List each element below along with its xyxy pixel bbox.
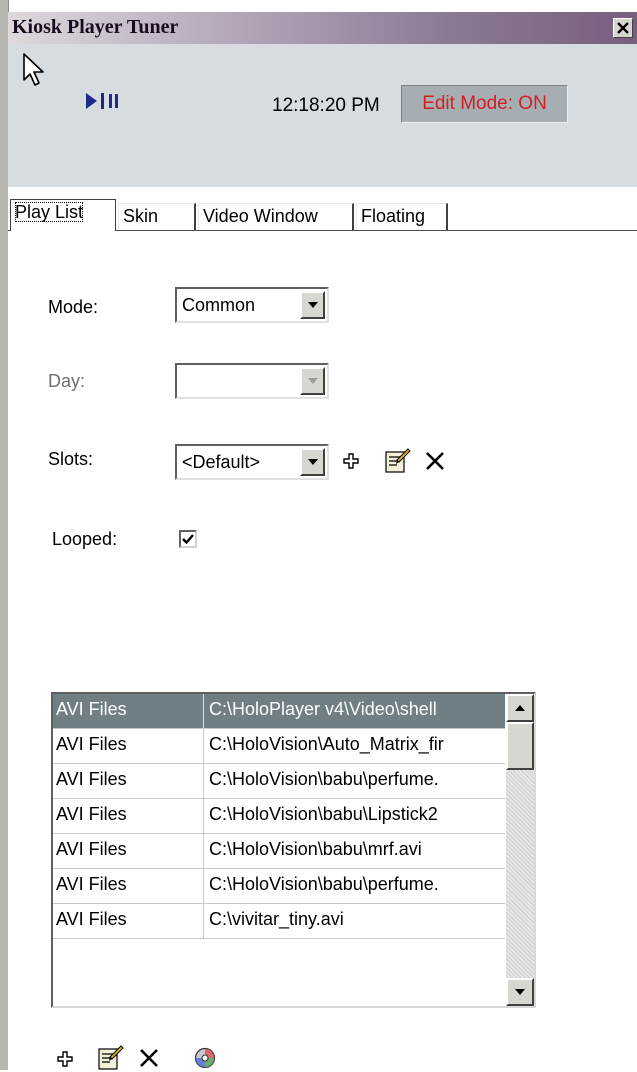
looped-label: Looped: — [52, 529, 118, 549]
playlist-table[interactable]: AVI Files C:\HoloPlayer v4\Video\shell A… — [51, 692, 536, 1008]
tab-label: Floating — [361, 206, 426, 226]
slots-value: <Default> — [182, 452, 261, 472]
delete-icon — [426, 452, 444, 470]
scroll-up-button[interactable] — [506, 694, 534, 722]
file-type-cell: AVI Files — [56, 699, 127, 719]
file-path-cell: C:\vivitar_tiny.avi — [209, 909, 344, 929]
add-slot-button[interactable] — [341, 451, 361, 471]
day-label: Day: — [48, 371, 86, 391]
edit-icon — [98, 1045, 124, 1070]
delete-file-button[interactable] — [136, 1045, 162, 1071]
table-row[interactable]: AVI Files C:\HoloVision\Auto_Matrix_fir — [53, 729, 505, 764]
cd-disc-button[interactable] — [192, 1045, 218, 1071]
column-divider — [203, 869, 204, 903]
edit-icon — [385, 448, 411, 473]
file-path-cell: C:\HoloVision\babu\perfume. — [209, 874, 439, 894]
day-dropdown-button[interactable] — [300, 367, 325, 395]
tab-play-list[interactable]: Play List — [10, 199, 116, 231]
tab-label: Play List — [15, 202, 84, 222]
mouse-pointer-icon — [23, 53, 44, 86]
close-button[interactable] — [613, 18, 633, 38]
edit-slot-button[interactable] — [382, 445, 412, 475]
edit-mode-label: Edit Mode: ON — [422, 93, 547, 114]
file-path-cell: C:\HoloVision\Auto_Matrix_fir — [209, 734, 444, 754]
cd-disc-icon — [194, 1047, 216, 1069]
vertical-scrollbar[interactable] — [506, 694, 534, 1006]
tab-floating[interactable]: Floating — [356, 203, 448, 230]
file-type-cell: AVI Files — [56, 734, 127, 754]
file-type-cell: AVI Files — [56, 909, 127, 929]
chevron-down-icon — [307, 302, 318, 308]
table-row[interactable]: AVI Files C:\HoloVision\babu\perfume. — [53, 869, 505, 904]
looped-checkbox[interactable] — [179, 530, 197, 548]
tab-label: Video Window — [203, 206, 318, 226]
table-row[interactable]: AVI Files C:\HoloPlayer v4\Video\shell — [53, 694, 505, 729]
slots-dropdown-button[interactable] — [300, 448, 325, 476]
play-list-panel: Mode: Common Day: Slots: <Default> Loope… — [8, 231, 637, 1070]
title-bar[interactable]: Kiosk Player Tuner — [8, 12, 637, 44]
chevron-down-icon — [515, 989, 525, 995]
file-type-cell: AVI Files — [56, 874, 127, 894]
kiosk-player-tuner-window: Kiosk Player Tuner 12:18:20 PM Edit Mode… — [0, 0, 637, 1070]
add-file-button[interactable] — [55, 1049, 75, 1069]
file-type-cell: AVI Files — [56, 769, 127, 789]
file-path-cell: C:\HoloVision\babu\Lipstick2 — [209, 804, 438, 824]
chevron-down-icon — [307, 459, 318, 465]
file-path-cell: C:\HoloVision\babu\perfume. — [209, 769, 439, 789]
play-pause-icon[interactable] — [84, 91, 126, 111]
tab-skin[interactable]: Skin — [118, 203, 196, 230]
mode-value: Common — [182, 295, 256, 315]
file-path-cell: C:\HoloVision\babu\mrf.avi — [209, 839, 422, 859]
day-select[interactable] — [175, 363, 329, 399]
column-divider — [203, 764, 204, 798]
edit-mode-indicator[interactable]: Edit Mode: ON — [401, 85, 568, 123]
add-icon — [343, 453, 359, 469]
file-path-cell: C:\HoloPlayer v4\Video\shell — [209, 699, 437, 719]
clock-display: 12:18:20 PM — [272, 95, 380, 116]
table-row[interactable]: AVI Files C:\vivitar_tiny.avi — [53, 904, 505, 939]
player-header: 12:18:20 PM Edit Mode: ON — [8, 44, 637, 187]
slots-label: Slots: — [48, 449, 94, 469]
table-row[interactable]: AVI Files C:\HoloVision\babu\Lipstick2 — [53, 799, 505, 834]
mode-dropdown-button[interactable] — [300, 291, 325, 319]
scroll-down-button[interactable] — [506, 978, 534, 1006]
checkmark-icon — [182, 534, 194, 545]
column-divider — [203, 834, 204, 868]
tab-strip: Play List Skin Video Window Floating — [8, 187, 637, 231]
delete-slot-button[interactable] — [422, 448, 448, 474]
tab-video-window[interactable]: Video Window — [198, 203, 354, 230]
slots-select[interactable]: <Default> — [175, 444, 329, 480]
chevron-down-icon — [307, 378, 318, 384]
table-row[interactable]: AVI Files C:\HoloVision\babu\mrf.avi — [53, 834, 505, 869]
mode-label: Mode: — [48, 297, 99, 317]
mode-select[interactable]: Common — [175, 287, 329, 323]
add-icon — [57, 1051, 73, 1067]
tab-label: Skin — [123, 206, 159, 226]
column-divider — [203, 799, 204, 833]
file-type-cell: AVI Files — [56, 839, 127, 859]
column-divider — [203, 694, 204, 728]
table-row[interactable]: AVI Files C:\HoloVision\babu\perfume. — [53, 764, 505, 799]
close-icon — [617, 22, 629, 34]
column-divider — [203, 729, 204, 763]
edit-file-button[interactable] — [95, 1042, 125, 1072]
window-title: Kiosk Player Tuner — [12, 16, 179, 38]
scroll-thumb[interactable] — [506, 722, 534, 770]
delete-icon — [140, 1049, 158, 1067]
file-type-cell: AVI Files — [56, 804, 127, 824]
column-divider — [203, 904, 204, 938]
chevron-up-icon — [515, 705, 525, 711]
